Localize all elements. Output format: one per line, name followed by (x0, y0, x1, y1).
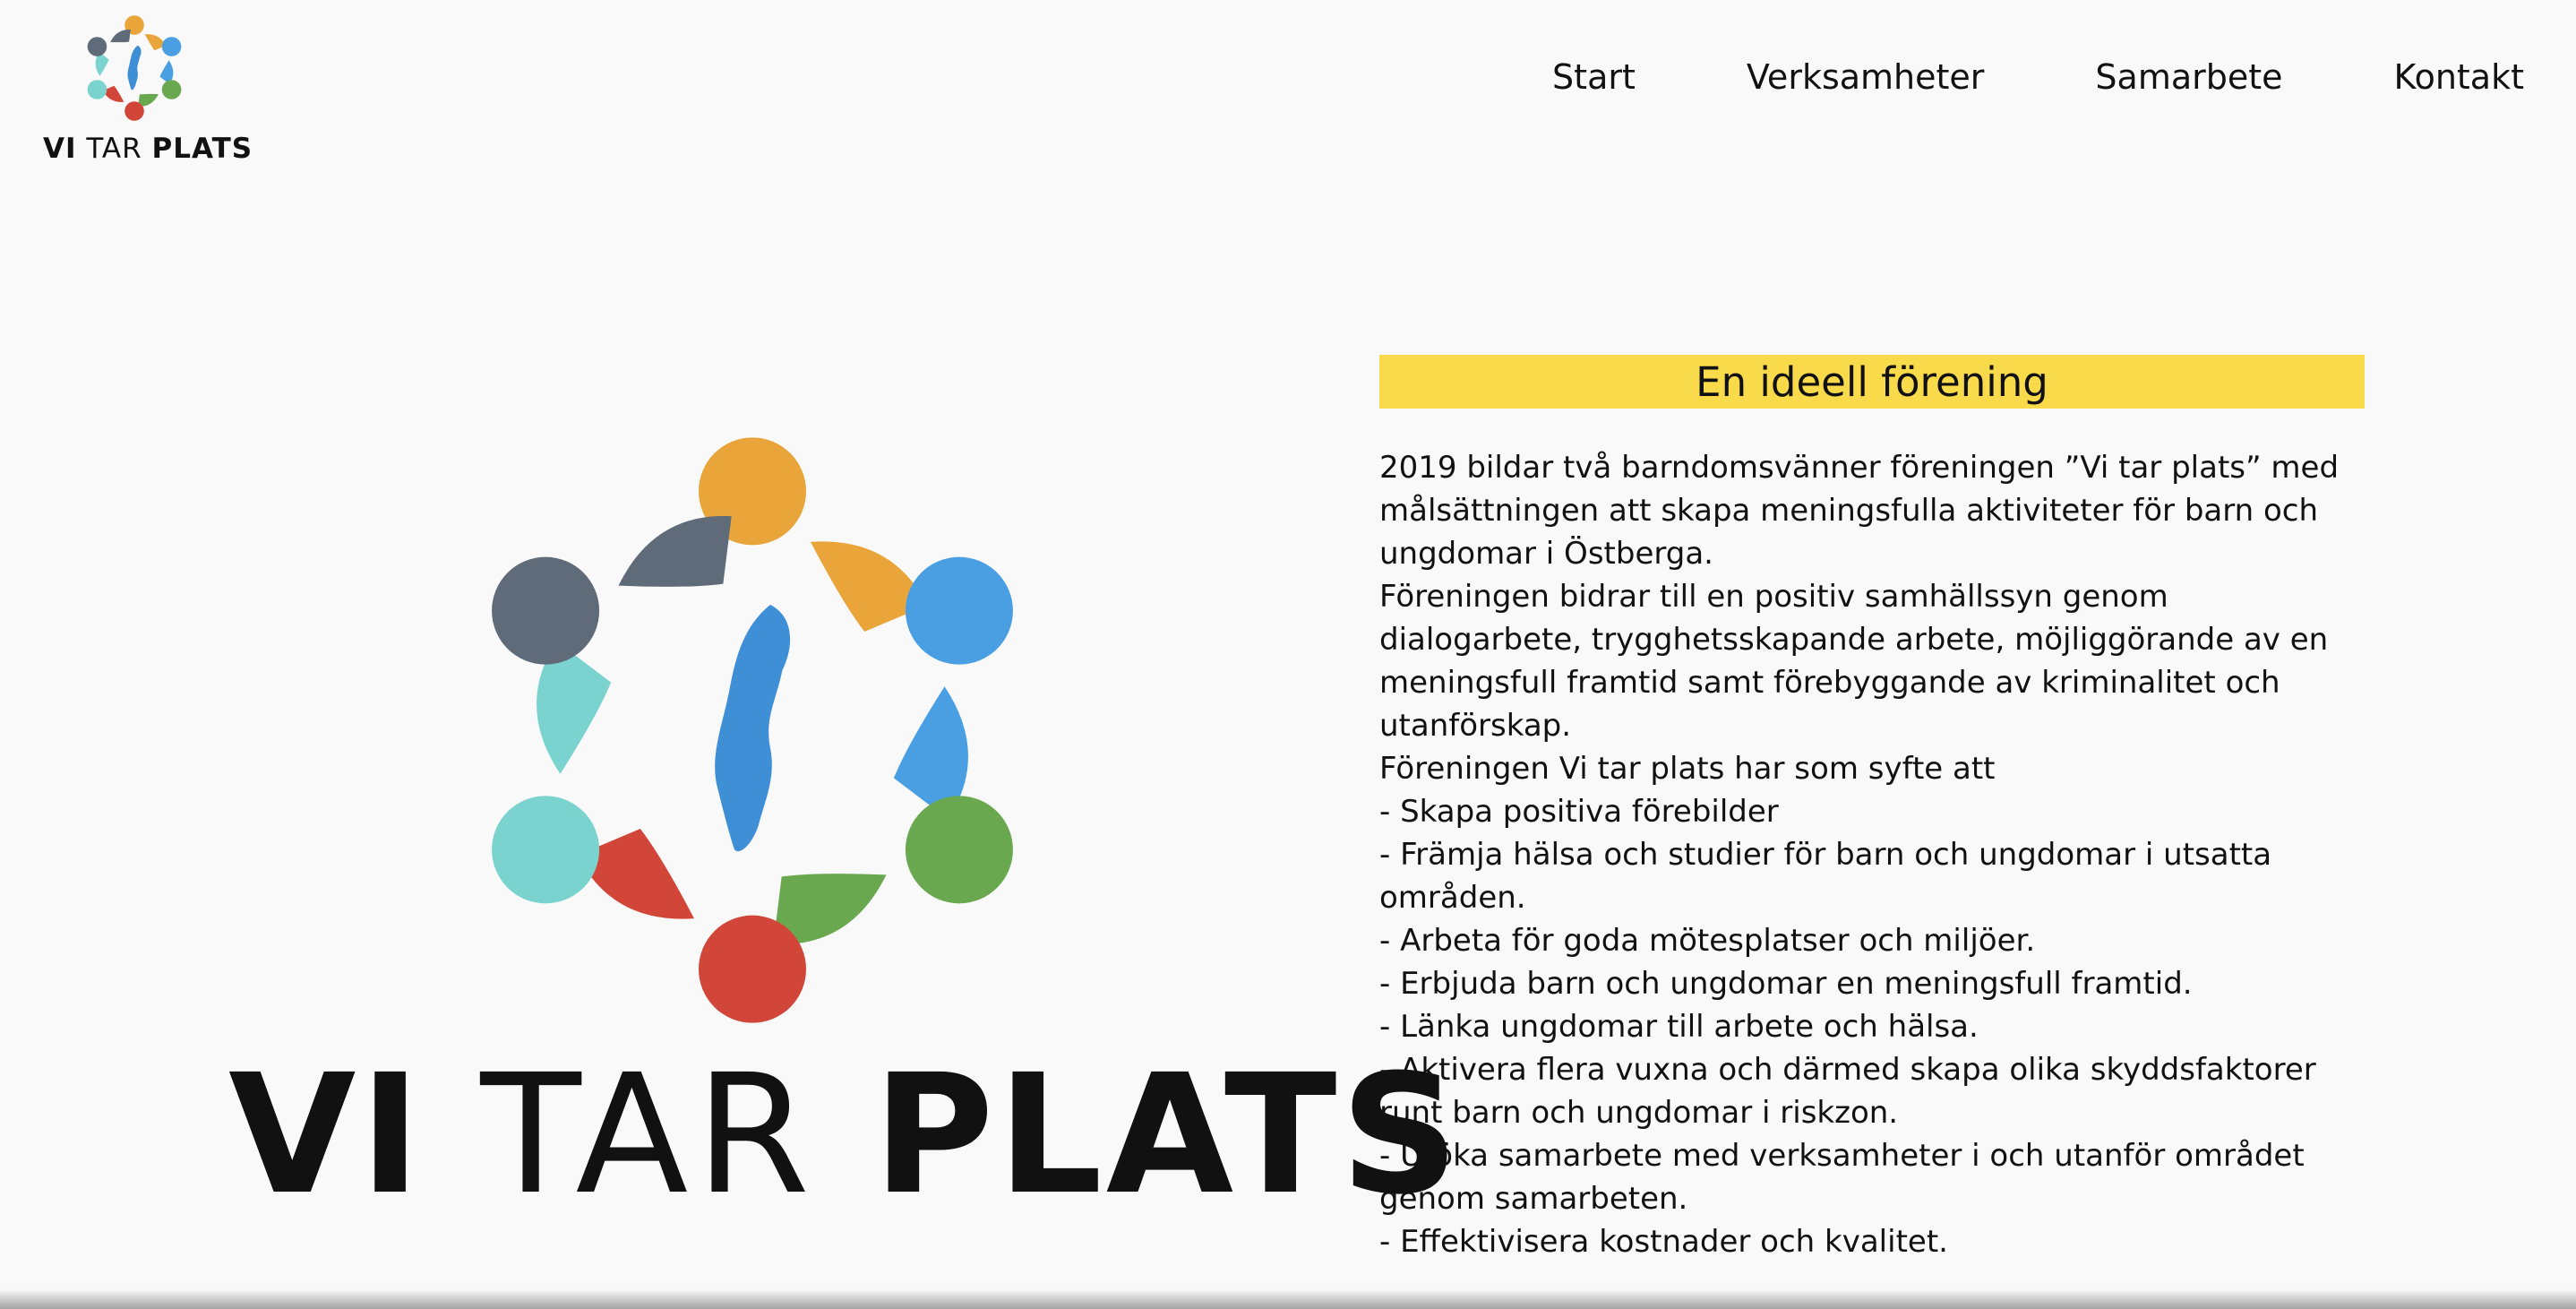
text-line: meningsfull framtid samt förebyggande av… (1379, 665, 2280, 701)
text-line: målsättningen att skapa meningsfulla akt… (1379, 493, 2319, 529)
hero-emblem-icon (492, 437, 1013, 1023)
figure-head-red (699, 915, 806, 1023)
header-logo[interactable]: VI TAR PLATS (43, 13, 252, 165)
list-item: - Utöka samarbete med verksamheter i och… (1379, 1138, 2305, 1174)
text-line: Föreningen bidrar till en positiv samhäl… (1379, 579, 2168, 615)
text-line: 2019 bildar två barndomsvänner föreninge… (1379, 450, 2340, 486)
hero-word-vi: VI (228, 1039, 425, 1231)
hero-word-plats: PLATS (872, 1039, 1463, 1231)
nav-kontakt[interactable]: Kontakt (2394, 57, 2524, 97)
emblem-icon (87, 15, 182, 121)
logo-word-tar: TAR (86, 133, 142, 165)
hero-logo-text: VI TAR PLATS (228, 1053, 1459, 1218)
list-item: - Främja hälsa och studier för barn och … (1379, 837, 2272, 873)
about-section: En ideell förening 2019 bildar två barnd… (1379, 355, 2365, 1263)
text-line: utanförskap. (1379, 708, 1572, 744)
figure-head-slate (87, 37, 107, 56)
figure-head-blue (161, 37, 182, 56)
figure-head-blue (905, 556, 1013, 665)
bottom-shadow (0, 1289, 2576, 1309)
map-silhouette (127, 45, 142, 90)
nav-start[interactable]: Start (1552, 57, 1636, 97)
map-silhouette (715, 605, 791, 852)
figure-body-slate (618, 515, 732, 587)
list-item: - Länka ungdomar till arbete och hälsa. (1379, 1009, 1979, 1045)
hero-word-tar: TAR (480, 1039, 818, 1231)
emblem-figures (87, 15, 182, 121)
list-item: - Aktivera flera vuxna och därmed skapa … (1379, 1052, 2316, 1088)
logo-word-plats: PLATS (151, 133, 253, 165)
list-item: - Skapa positiva förebilder (1379, 794, 1779, 830)
figure-head-teal (492, 796, 600, 904)
nav-samarbete[interactable]: Samarbete (2095, 57, 2282, 97)
figure-head-teal (87, 80, 107, 99)
main-nav: Start Verksamheter Samarbete Kontakt (1552, 57, 2524, 97)
site-header: VI TAR PLATS Start Verksamheter Samarbet… (0, 0, 2576, 170)
figure-head-slate (492, 556, 600, 665)
figure-body-slate (110, 29, 131, 43)
figure-head-red (125, 101, 144, 121)
hero-logo: VI TAR PLATS (228, 408, 1459, 1218)
header-logo-text: VI TAR PLATS (43, 133, 252, 165)
list-item: - Arbeta för goda mötesplatser och miljö… (1379, 923, 2036, 959)
list-item: - Effektivisera kostnader och kvalitet. (1379, 1224, 1948, 1260)
about-text: 2019 bildar två barndomsvänner föreninge… (1379, 446, 2365, 1263)
list-item: genom samarbeten. (1379, 1181, 1688, 1217)
list-item: runt barn och ungdomar i riskzon. (1379, 1095, 1899, 1131)
figure-head-green (905, 796, 1013, 904)
text-line: Föreningen Vi tar plats har som syfte at… (1379, 751, 1996, 787)
text-line: dialogarbete, trygghetsskapande arbete, … (1379, 622, 2329, 658)
hero-emblem-figures (492, 437, 1013, 1023)
logo-word-vi: VI (43, 133, 77, 165)
nav-verksamheter[interactable]: Verksamheter (1747, 57, 1985, 97)
list-item: - Erbjuda barn och ungdomar en meningsfu… (1379, 966, 2193, 1002)
list-item: områden. (1379, 880, 1526, 916)
text-line: ungdomar i Östberga. (1379, 536, 1713, 572)
figure-head-green (161, 80, 182, 99)
section-banner: En ideell förening (1379, 355, 2365, 409)
